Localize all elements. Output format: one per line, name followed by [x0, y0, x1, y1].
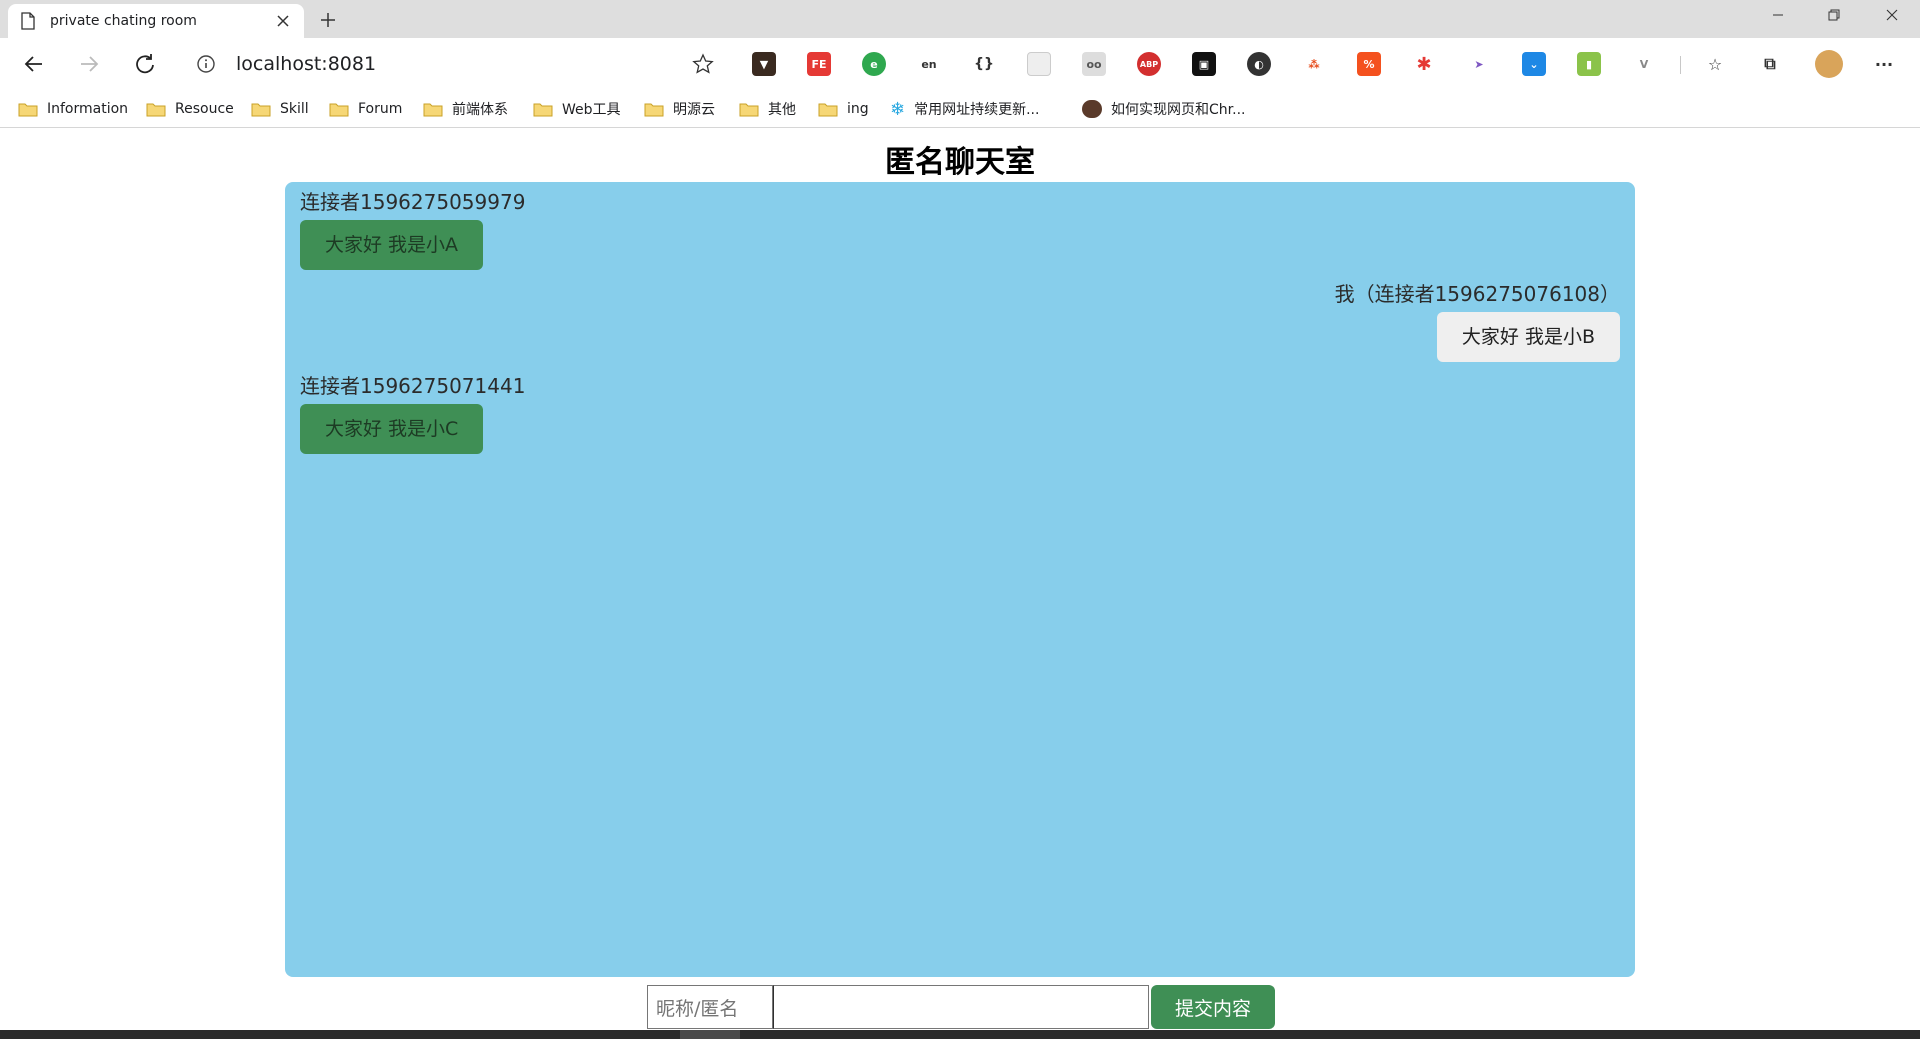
bookmark-folder-ing[interactable]: ing — [818, 98, 869, 120]
message-item: 连接者1596275059979 大家好 我是小A — [300, 186, 525, 270]
bookmark-label: 常用网址持续更新... — [914, 102, 1040, 118]
minimize-icon[interactable] — [1750, 0, 1806, 30]
tab-title: private chating room — [50, 13, 197, 29]
evernote-icon[interactable]: e — [862, 52, 886, 76]
bookmark-folder-resouce[interactable]: Resouce — [146, 98, 234, 120]
more-options-icon[interactable]: ··· — [1872, 52, 1896, 76]
message-sender: 我（连接者1596275076108） — [1334, 282, 1620, 306]
message-item-self: 我（连接者1596275076108） 大家好 我是小B — [1335, 278, 1620, 362]
bookmark-label: Web工具 — [562, 102, 621, 118]
refresh-icon[interactable] — [129, 48, 161, 80]
bookmark-label: 如何实现网页和Chr... — [1111, 102, 1246, 118]
favorite-star-icon[interactable] — [692, 53, 714, 75]
extension-cat-icon[interactable]: ▼ — [752, 52, 776, 76]
bookmark-label: Skill — [280, 101, 309, 117]
folder-icon — [533, 103, 553, 116]
back-arrow-icon[interactable] — [18, 48, 50, 80]
restore-icon[interactable] — [1806, 0, 1862, 30]
browser-tab[interactable]: private chating room — [8, 4, 304, 38]
message-bubble: 大家好 我是小A — [300, 220, 484, 270]
json-braces-icon[interactable]: {} — [972, 52, 996, 76]
adblock-icon[interactable]: ABP — [1137, 52, 1161, 76]
bookmark-folder-other[interactable]: 其他 — [739, 98, 796, 120]
bookmark-folder-mingyuanyun[interactable]: 明源云 — [644, 98, 715, 120]
bookmark-folder-information[interactable]: Information — [18, 98, 128, 120]
avatar-icon — [1082, 100, 1102, 118]
message-form: 昵称/匿名 提交内容 — [647, 985, 1275, 1029]
bookmark-folder-frontend[interactable]: 前端体系 — [423, 98, 508, 120]
extension-asterisk-icon[interactable]: ✱ — [1412, 52, 1436, 76]
collections-icon[interactable]: ⧉ — [1758, 52, 1782, 76]
bookmark-article[interactable]: 如何实现网页和Chr... — [1082, 98, 1245, 120]
message-bubble: 大家好 我是小B — [1436, 312, 1620, 362]
extension-blank-icon[interactable] — [1027, 52, 1051, 76]
profile-avatar[interactable] — [1815, 50, 1843, 78]
message-sender: 连接者1596275071441 — [300, 374, 526, 398]
bookmark-label: Information — [47, 101, 129, 117]
folder-icon — [18, 103, 38, 116]
bookmark-label: 明源云 — [673, 102, 715, 118]
close-window-icon[interactable] — [1864, 0, 1920, 30]
favorites-list-icon[interactable]: ☆ — [1703, 52, 1727, 76]
toolbar-separator — [1680, 56, 1681, 74]
extension-book-icon[interactable]: ▮ — [1577, 52, 1601, 76]
folder-icon — [251, 103, 271, 116]
folder-icon — [644, 103, 664, 116]
message-bubble: 大家好 我是小C — [300, 404, 484, 454]
bookmark-label: 前端体系 — [452, 102, 508, 118]
extension-cursor-icon[interactable]: ➤ — [1467, 52, 1491, 76]
bookmark-label: Forum — [358, 101, 403, 117]
extension-vue-icon[interactable]: V — [1632, 52, 1656, 76]
extension-eyes-icon[interactable]: oo — [1082, 52, 1106, 76]
nickname-input[interactable]: 昵称/匿名 — [647, 985, 773, 1029]
bookmark-label: ing — [847, 101, 869, 117]
page-icon — [21, 12, 35, 30]
taskbar — [0, 1030, 1920, 1039]
extension-download-icon[interactable]: ⌄ — [1522, 52, 1546, 76]
close-tab-icon[interactable] — [274, 12, 292, 30]
bookmark-common-sites[interactable]: ❄ 常用网址持续更新... — [890, 98, 1039, 120]
extension-circle-icon[interactable]: ◐ — [1247, 52, 1271, 76]
bookmark-folder-forum[interactable]: Forum — [329, 98, 402, 120]
submit-button[interactable]: 提交内容 — [1151, 985, 1275, 1029]
bookmark-label: 其他 — [768, 102, 796, 118]
folder-icon — [329, 103, 349, 116]
address-bar[interactable]: localhost:8081 — [180, 44, 728, 84]
folder-icon — [146, 103, 166, 116]
folder-icon — [423, 103, 443, 116]
message-sender: 连接者1596275059979 — [300, 190, 526, 214]
bookmark-label: Resouce — [175, 101, 234, 117]
chat-message-area[interactable]: 连接者1596275059979 大家好 我是小A 我（连接者159627507… — [285, 182, 1635, 977]
snowflake-icon: ❄ — [890, 98, 906, 120]
page-title: 匿名聊天室 — [885, 145, 1035, 180]
taskbar-item[interactable] — [680, 1030, 740, 1039]
new-tab-icon[interactable] — [316, 8, 340, 32]
forward-arrow-icon[interactable] — [73, 48, 105, 80]
bookmark-folder-skill[interactable]: Skill — [251, 98, 309, 120]
url-text[interactable]: localhost:8081 — [236, 53, 692, 75]
extension-en-icon[interactable]: en — [917, 52, 941, 76]
bookmark-folder-webtools[interactable]: Web工具 — [533, 98, 621, 120]
message-item: 连接者1596275071441 大家好 我是小C — [300, 370, 525, 454]
tab-strip: private chating room — [0, 0, 1920, 38]
bookmarks-bar: Information Resouce Skill Forum 前端体系 Web… — [0, 90, 1920, 128]
folder-icon — [739, 103, 759, 116]
extension-square-icon[interactable]: ▣ — [1192, 52, 1216, 76]
info-icon[interactable] — [196, 54, 216, 74]
folder-icon — [818, 103, 838, 116]
browser-toolbar: localhost:8081 ▼ FE e en {} oo ABP ▣ ◐ ⁂… — [0, 38, 1920, 90]
extension-percent-icon[interactable]: % — [1357, 52, 1381, 76]
extension-nodes-icon[interactable]: ⁂ — [1302, 52, 1326, 76]
extension-fe-icon[interactable]: FE — [807, 52, 831, 76]
message-content-input[interactable] — [773, 985, 1149, 1029]
